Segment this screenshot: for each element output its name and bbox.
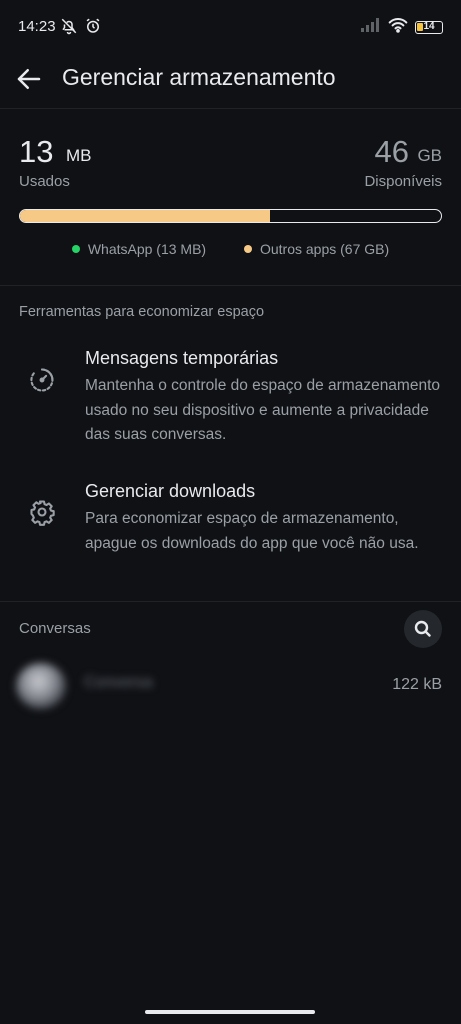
conversation-size: 122 kB [392, 676, 442, 693]
used-value: 13 [19, 134, 54, 169]
alarm-icon [84, 17, 102, 40]
tool-title-manage-downloads: Gerenciar downloads [85, 481, 256, 501]
conversation-row[interactable]: Conversa 122 kB [0, 660, 461, 712]
storage-usage: 13 MB Usados 46 GB Disponíveis WhatsApp … [0, 130, 461, 280]
divider [0, 285, 461, 286]
tools-header: Ferramentas para economizar espaço [19, 304, 265, 320]
tool-title-disappearing-messages: Mensagens temporárias [85, 348, 279, 368]
battery-level: 14 [423, 21, 435, 32]
legend-label-other-apps: Outros apps (67 GB) [259, 241, 390, 257]
status-bar: 14:23 14 [0, 0, 461, 56]
legend-label-whatsapp: WhatsApp (13 MB) [87, 241, 207, 257]
gear-icon [28, 498, 56, 526]
conversation-name: Conversa [84, 674, 153, 691]
battery-icon: 14 [415, 21, 443, 34]
avatar [16, 663, 66, 709]
divider [0, 601, 461, 602]
arrow-back-icon[interactable] [14, 64, 44, 94]
app-bar: Gerenciar armazenamento [0, 56, 461, 109]
storage-bar-other-apps [20, 210, 271, 222]
search-icon[interactable] [404, 610, 442, 648]
tool-description-disappearing-messages: Mantenha o controle do espaço de armazen… [85, 377, 441, 443]
used-label: Usados [19, 173, 70, 190]
legend-item-other-apps: Outros apps (67 GB) [243, 241, 390, 257]
timer-icon [28, 366, 56, 394]
tool-manage-downloads[interactable]: Gerenciar downloads Para economizar espa… [0, 481, 461, 577]
available-value: 46 [374, 134, 409, 169]
status-icons-right: 14 [361, 17, 443, 38]
status-icons-left [60, 17, 102, 40]
legend-dot-other-apps [243, 245, 252, 253]
tool-disappearing-messages[interactable]: Mensagens temporárias Mantenha o control… [0, 348, 461, 444]
storage-bar [19, 209, 442, 223]
signal-icon [361, 18, 381, 37]
conversations-header: Conversas [19, 620, 91, 637]
used-unit: MB [66, 146, 92, 165]
available-label: Disponíveis [364, 173, 442, 190]
notifications-off-icon [60, 17, 78, 40]
legend-dot-whatsapp [71, 245, 80, 253]
wifi-icon [388, 17, 408, 38]
home-indicator[interactable] [145, 1010, 315, 1014]
status-time: 14:23 [18, 18, 56, 35]
storage-legend: WhatsApp (13 MB) Outros apps (67 GB) [0, 240, 461, 257]
available-unit: GB [417, 146, 442, 165]
tool-description-manage-downloads: Para economizar espaço de armazenamento,… [85, 510, 419, 552]
page-title: Gerenciar armazenamento [62, 64, 336, 90]
legend-item-whatsapp: WhatsApp (13 MB) [71, 241, 207, 257]
